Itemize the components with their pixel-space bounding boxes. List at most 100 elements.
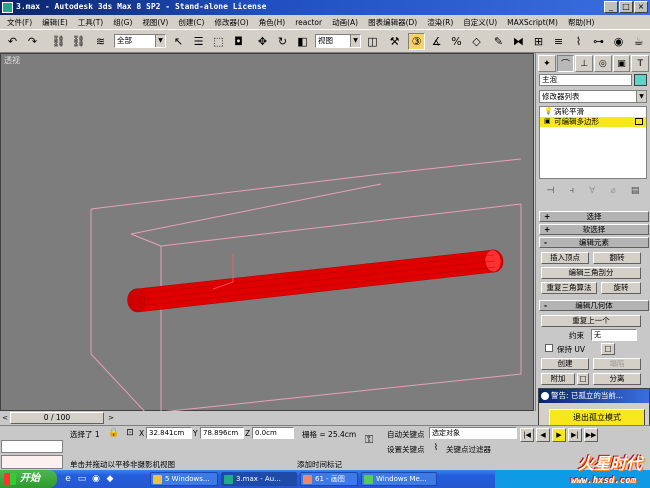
retriangulate-button[interactable]: 重复三角算法 bbox=[541, 282, 597, 294]
percent-snap-icon[interactable]: % bbox=[448, 33, 465, 50]
object-color-swatch[interactable] bbox=[634, 74, 647, 86]
menu-edit[interactable]: 编辑(E) bbox=[37, 17, 73, 28]
select-and-link-icon[interactable]: ⛓ bbox=[50, 33, 67, 50]
menu-animation[interactable]: 动画(A) bbox=[327, 17, 363, 28]
taskbar-item-messenger[interactable]: Windows Me... bbox=[361, 472, 437, 486]
modifier-list-dropdown[interactable]: 修改器列表 ▼ bbox=[539, 90, 647, 103]
previous-frame-icon[interactable]: ◀ bbox=[536, 428, 550, 442]
rollout-edit-elements[interactable]: - 编辑元素 bbox=[539, 237, 649, 248]
menu-graph-editors[interactable]: 图表编辑器(D) bbox=[363, 17, 422, 28]
rectangular-selection-icon[interactable]: ⬚ bbox=[210, 33, 227, 50]
red-cylinder-object[interactable] bbox=[127, 249, 504, 313]
menu-modifiers[interactable]: 修改器(O) bbox=[209, 17, 253, 28]
menu-file[interactable]: 文件(F) bbox=[2, 17, 37, 28]
select-and-manipulate-icon[interactable]: ⚒ bbox=[386, 33, 403, 50]
menu-customize[interactable]: 自定义(U) bbox=[458, 17, 502, 28]
preserve-uv-checkbox[interactable] bbox=[545, 344, 553, 352]
menu-rendering[interactable]: 渲染(R) bbox=[422, 17, 458, 28]
quicklaunch-desktop-icon[interactable]: ▭ bbox=[76, 473, 88, 485]
time-slider[interactable]: < 0 / 100 > bbox=[0, 411, 534, 425]
close-button[interactable]: × bbox=[634, 1, 648, 13]
key-filter-dropdown[interactable]: 选定对象 bbox=[429, 427, 517, 439]
pin-stack-icon[interactable]: ⊣ bbox=[547, 186, 555, 196]
rollout-selection[interactable]: + 选择 bbox=[539, 211, 649, 222]
x-coordinate-field[interactable]: 32.841cm bbox=[146, 427, 192, 439]
next-frame-button-icon[interactable]: ▶| bbox=[568, 428, 582, 442]
stack-item-turbosmooth[interactable]: 💡 涡轮平滑 bbox=[540, 107, 646, 117]
add-time-tag[interactable]: 添加时间标记 bbox=[297, 459, 342, 470]
pivot-center-icon[interactable]: ◫ bbox=[364, 33, 381, 50]
mirror-icon[interactable]: ⧓ bbox=[510, 33, 527, 50]
layer-manager-icon[interactable]: ≡ bbox=[550, 33, 567, 50]
remove-modifier-icon[interactable]: ⌀ bbox=[610, 186, 615, 196]
play-icon[interactable]: ▶ bbox=[552, 428, 566, 442]
absolute-mode-icon[interactable]: ⊡ bbox=[124, 427, 136, 439]
z-coordinate-field[interactable]: 0.0cm bbox=[252, 427, 294, 439]
select-object-icon[interactable]: ↖ bbox=[170, 33, 187, 50]
attach-button[interactable]: 附加 bbox=[541, 373, 575, 385]
lock-selection-icon[interactable]: 🔒 bbox=[108, 427, 120, 439]
utilities-tab-icon[interactable]: T bbox=[631, 55, 650, 72]
menu-reactor[interactable]: reactor bbox=[290, 18, 327, 27]
menu-maxscript[interactable]: MAXScript(M) bbox=[502, 18, 563, 27]
quicklaunch-media-icon[interactable]: ◉ bbox=[90, 473, 102, 485]
quicklaunch-ie-icon[interactable]: e bbox=[62, 473, 74, 485]
collapse-button[interactable]: 塌陷 bbox=[593, 358, 641, 370]
object-name-field[interactable]: 主泡 bbox=[539, 74, 632, 86]
rollout-soft-selection[interactable]: + 软选择 bbox=[539, 224, 649, 235]
select-by-name-icon[interactable]: ☰ bbox=[190, 33, 207, 50]
go-to-start-icon[interactable]: |◀ bbox=[520, 428, 534, 442]
taskbar-item-3dsmax[interactable]: 3.max - Au... bbox=[221, 472, 297, 486]
detach-button[interactable]: 分离 bbox=[593, 373, 641, 385]
schematic-view-icon[interactable]: ⊶ bbox=[590, 33, 607, 50]
light-bulb-icon[interactable]: 💡 bbox=[544, 108, 553, 115]
next-frame-icon[interactable]: > bbox=[106, 413, 116, 423]
insert-vertex-button[interactable]: 插入顶点 bbox=[541, 252, 589, 264]
reference-coordinate-dropdown[interactable]: 视图 ▼ bbox=[315, 34, 361, 48]
rollout-edit-geometry[interactable]: - 编辑几何体 bbox=[539, 300, 649, 311]
create-button[interactable]: 创建 bbox=[541, 358, 589, 370]
menu-group[interactable]: 组(G) bbox=[108, 17, 137, 28]
align-icon[interactable]: ⊞ bbox=[530, 33, 547, 50]
app-icon[interactable] bbox=[2, 2, 13, 13]
redo-icon[interactable]: ↷ bbox=[24, 33, 41, 50]
perspective-viewport[interactable]: 透视 bbox=[0, 53, 534, 412]
angle-snap-icon[interactable]: ∡ bbox=[428, 33, 445, 50]
maxscript-listener-mini[interactable] bbox=[1, 440, 63, 453]
make-unique-icon[interactable]: ∀ bbox=[589, 186, 595, 196]
motion-tab-icon[interactable]: ◎ bbox=[594, 55, 612, 72]
configure-modifier-sets-icon[interactable]: ▤ bbox=[631, 186, 640, 196]
named-selection-icon[interactable]: ✎ bbox=[490, 33, 507, 50]
menu-character[interactable]: 角色(H) bbox=[254, 17, 291, 28]
menu-tools[interactable]: 工具(T) bbox=[73, 17, 108, 28]
unlink-icon[interactable]: ⛓ bbox=[70, 33, 87, 50]
show-end-result-icon[interactable]: ⫞ bbox=[569, 186, 574, 196]
set-key-button[interactable]: 设置关键点 bbox=[387, 444, 425, 455]
go-to-end-icon[interactable]: ▶▶ bbox=[584, 428, 598, 442]
repeat-last-button[interactable]: 重复上一个 bbox=[541, 315, 641, 327]
constraints-dropdown[interactable]: 无 bbox=[591, 329, 637, 341]
maximize-button[interactable]: □ bbox=[619, 1, 633, 13]
menu-create[interactable]: 创建(C) bbox=[173, 17, 209, 28]
default-in-out-tangent-icon[interactable]: ⌇ bbox=[430, 442, 442, 454]
minimize-button[interactable]: _ bbox=[604, 1, 618, 13]
select-and-scale-icon[interactable]: ◧ bbox=[294, 33, 311, 50]
viewport-label[interactable]: 透视 bbox=[4, 55, 20, 66]
menu-views[interactable]: 视图(V) bbox=[137, 17, 173, 28]
snaps-toggle-icon[interactable]: ③ bbox=[408, 33, 425, 50]
attach-list-button[interactable]: □ bbox=[577, 373, 589, 385]
create-tab-icon[interactable]: ✦ bbox=[538, 55, 556, 72]
stack-item-editable-poly[interactable]: ▣ 可编辑多边形 bbox=[540, 117, 646, 127]
taskbar-item-paint[interactable]: 61 - 画图 bbox=[300, 472, 358, 486]
maxscript-input-mini[interactable] bbox=[1, 455, 63, 469]
turn-button[interactable]: 旋转 bbox=[601, 282, 641, 294]
select-and-move-icon[interactable]: ✥ bbox=[254, 33, 271, 50]
preserve-uv-settings-button[interactable]: □ bbox=[601, 343, 615, 355]
curve-editor-icon[interactable]: ⌇ bbox=[570, 33, 587, 50]
select-and-rotate-icon[interactable]: ↻ bbox=[274, 33, 291, 50]
edit-triangulation-button[interactable]: 编辑三角剖分 bbox=[541, 267, 641, 279]
render-icon[interactable]: ☕ bbox=[630, 33, 647, 50]
hierarchy-tab-icon[interactable]: ⊥ bbox=[575, 55, 594, 72]
quicklaunch-app-icon[interactable]: ◆ bbox=[104, 473, 116, 485]
window-crossing-icon[interactable]: ◘ bbox=[230, 33, 247, 50]
